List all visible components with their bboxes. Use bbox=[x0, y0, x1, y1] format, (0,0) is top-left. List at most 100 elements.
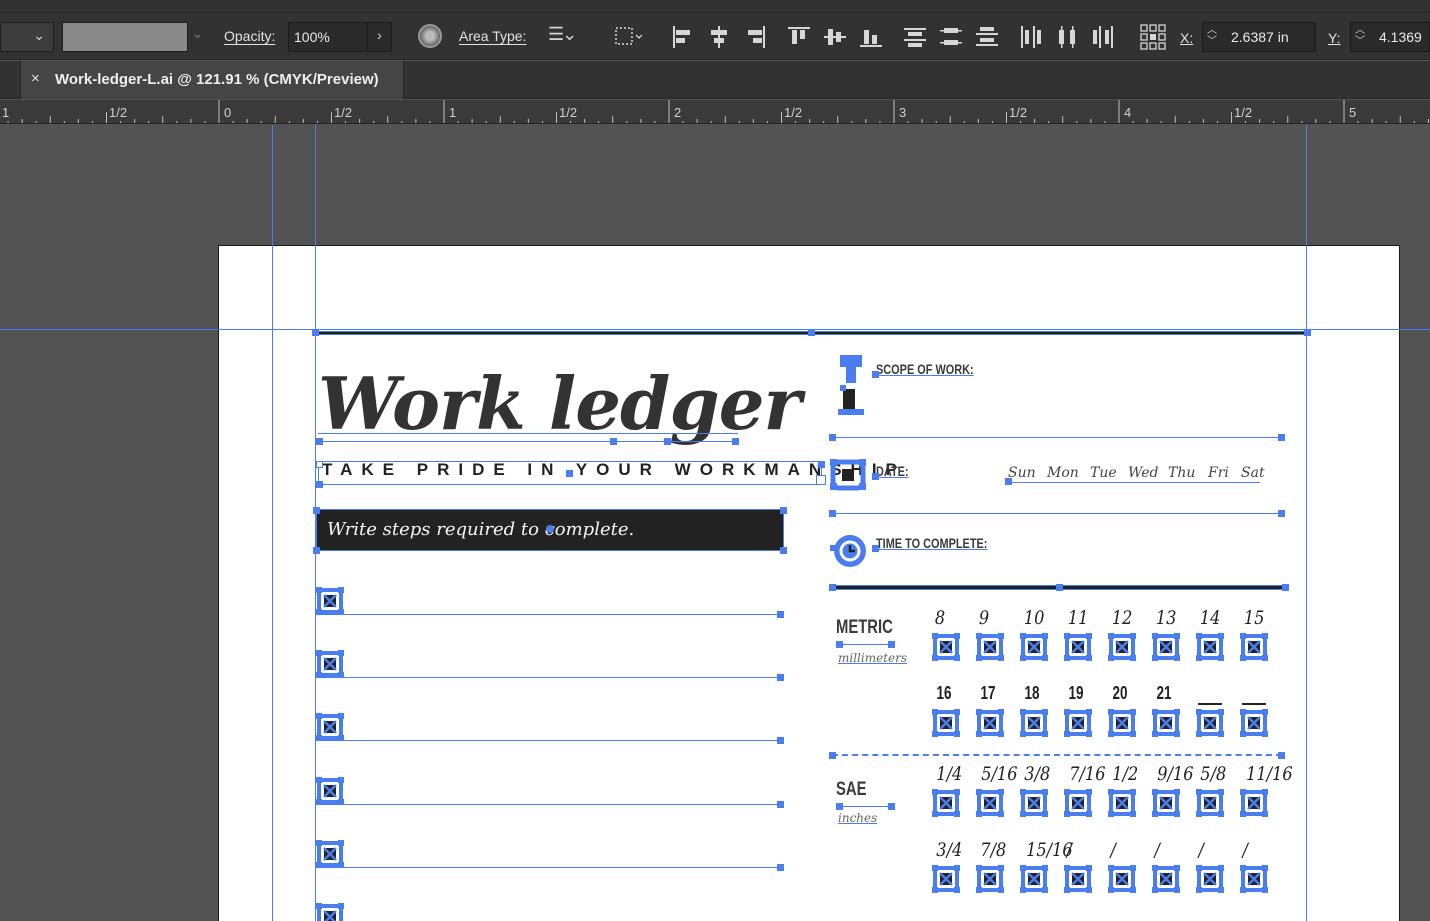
opacity-input[interactable]: 100% › bbox=[288, 22, 392, 52]
artboard[interactable] bbox=[218, 245, 1400, 921]
metric-unit[interactable]: millimeters bbox=[838, 651, 907, 665]
section-divider[interactable] bbox=[832, 754, 1282, 756]
selection-handle[interactable] bbox=[872, 473, 879, 480]
selection-handle[interactable] bbox=[1278, 434, 1285, 441]
align-to-selection-icon[interactable] bbox=[612, 22, 643, 52]
placed-image-placeholder-icon[interactable] bbox=[976, 633, 1004, 661]
placed-image-placeholder-icon[interactable] bbox=[1196, 633, 1224, 661]
day-label[interactable]: Sun bbox=[1008, 465, 1036, 481]
recolor-artwork-icon[interactable] bbox=[418, 24, 442, 48]
placed-image-placeholder-icon[interactable] bbox=[1064, 789, 1092, 817]
distribute-top-icon[interactable] bbox=[900, 22, 930, 52]
socket-size-label[interactable]: 9/16 bbox=[1157, 763, 1193, 785]
step-row-line[interactable] bbox=[318, 867, 780, 868]
socket-size-label[interactable]: 14 bbox=[1200, 607, 1221, 629]
placed-image-placeholder-icon[interactable] bbox=[1108, 865, 1136, 893]
document-tab[interactable]: × Work-ledger-L.ai @ 121.91 % (CMYK/Prev… bbox=[20, 61, 404, 99]
placed-image-placeholder-icon[interactable] bbox=[1020, 709, 1048, 737]
placed-image-placeholder-icon[interactable] bbox=[1020, 633, 1048, 661]
stroke-weight-select[interactable]: ⌄ bbox=[0, 22, 54, 52]
opacity-label[interactable]: Opacity: bbox=[224, 28, 275, 44]
placed-image-placeholder-icon[interactable] bbox=[1152, 633, 1180, 661]
socket-size-label[interactable]: / bbox=[1066, 839, 1071, 861]
selection-handle[interactable] bbox=[566, 470, 573, 477]
placed-image-placeholder-icon[interactable] bbox=[1064, 709, 1092, 737]
socket-size-label[interactable]: 19 bbox=[1069, 683, 1084, 704]
placed-image-placeholder-icon[interactable] bbox=[316, 840, 344, 868]
socket-size-label[interactable]: 3/4 bbox=[936, 839, 962, 861]
selection-handle[interactable] bbox=[316, 461, 323, 468]
selection-handle[interactable] bbox=[777, 737, 784, 744]
stepper-icon[interactable]: ︿ ﹀ bbox=[1207, 25, 1217, 47]
selection-handle[interactable] bbox=[888, 641, 895, 648]
chevron-right-icon[interactable]: › bbox=[367, 23, 391, 51]
text-overflow-port[interactable] bbox=[816, 475, 826, 485]
selection-handle[interactable] bbox=[777, 864, 784, 871]
selection-handle[interactable] bbox=[780, 547, 787, 554]
selection-handle[interactable] bbox=[872, 371, 879, 378]
distribute-right-icon[interactable] bbox=[1088, 22, 1118, 52]
socket-size-label[interactable]: 20 bbox=[1113, 683, 1128, 704]
close-icon[interactable]: × bbox=[31, 70, 40, 87]
selection-handle[interactable] bbox=[316, 438, 323, 445]
calendar-icon[interactable] bbox=[830, 457, 866, 491]
placed-image-placeholder-icon[interactable] bbox=[316, 777, 344, 805]
placed-image-placeholder-icon[interactable] bbox=[316, 713, 344, 741]
placed-image-placeholder-icon[interactable] bbox=[1108, 709, 1136, 737]
selection-handle[interactable] bbox=[872, 545, 879, 552]
distribute-left-icon[interactable] bbox=[1016, 22, 1046, 52]
chevron-down-icon[interactable]: ⌄ bbox=[192, 26, 203, 42]
day-label[interactable]: Tue bbox=[1090, 465, 1117, 481]
selection-handle[interactable] bbox=[1005, 478, 1012, 485]
socket-size-label[interactable]: 18 bbox=[1025, 683, 1040, 704]
placed-image-placeholder-icon[interactable] bbox=[1240, 709, 1268, 737]
align-right-icon[interactable] bbox=[740, 22, 770, 52]
text-align-icon[interactable]: ☰⌄ bbox=[548, 24, 577, 45]
placed-image-placeholder-icon[interactable] bbox=[1152, 865, 1180, 893]
socket-size-label[interactable]: 5/16 bbox=[981, 763, 1017, 785]
placed-image-placeholder-icon[interactable] bbox=[976, 865, 1004, 893]
selection-handle[interactable] bbox=[829, 434, 836, 441]
placed-image-placeholder-icon[interactable] bbox=[1196, 865, 1224, 893]
placed-image-placeholder-icon[interactable] bbox=[976, 709, 1004, 737]
selection-handle[interactable] bbox=[777, 611, 784, 618]
socket-size-label[interactable]: / bbox=[1154, 839, 1159, 861]
selection-handle[interactable] bbox=[664, 438, 671, 445]
selection-handle[interactable] bbox=[836, 641, 843, 648]
placed-image-placeholder-icon[interactable] bbox=[932, 709, 960, 737]
selection-handle[interactable] bbox=[1278, 752, 1285, 759]
selection-handle[interactable] bbox=[1282, 584, 1289, 591]
socket-size-label[interactable]: 11 bbox=[1068, 607, 1089, 629]
step-row-line[interactable] bbox=[318, 614, 780, 615]
placed-image-placeholder-icon[interactable] bbox=[932, 865, 960, 893]
socket-size-label[interactable]: 1/2 bbox=[1112, 763, 1138, 785]
socket-size-label[interactable]: 21 bbox=[1157, 683, 1172, 704]
x-coordinate-input[interactable]: ︿ ﹀ 2.6387 in bbox=[1202, 22, 1316, 52]
socket-size-label[interactable]: 12 bbox=[1112, 607, 1133, 629]
selection-handle[interactable] bbox=[732, 438, 739, 445]
placed-image-placeholder-icon[interactable] bbox=[932, 633, 960, 661]
placed-image-placeholder-icon[interactable] bbox=[316, 587, 344, 615]
selection-handle[interactable] bbox=[888, 803, 895, 810]
sae-label[interactable]: SAE bbox=[836, 779, 866, 801]
placed-image-placeholder-icon[interactable] bbox=[1020, 789, 1048, 817]
selection-handle[interactable] bbox=[312, 329, 319, 336]
placed-image-placeholder-icon[interactable] bbox=[1240, 633, 1268, 661]
align-bottom-icon[interactable] bbox=[856, 22, 886, 52]
date-label[interactable]: DATE: bbox=[876, 463, 909, 479]
y-coordinate-label[interactable]: Y: bbox=[1328, 30, 1340, 46]
vertical-guide[interactable] bbox=[272, 125, 273, 921]
socket-size-label[interactable]: / bbox=[1242, 839, 1247, 861]
placed-image-placeholder-icon[interactable] bbox=[1108, 789, 1136, 817]
selection-handle[interactable] bbox=[829, 510, 836, 517]
y-coordinate-input[interactable]: ︿ ﹀ 4.1369 bbox=[1350, 22, 1430, 52]
placed-image-placeholder-icon[interactable] bbox=[1196, 709, 1224, 737]
distribute-horizontal-center-icon[interactable] bbox=[1052, 22, 1082, 52]
socket-size-label[interactable]: 3/8 bbox=[1024, 763, 1050, 785]
selection-handle[interactable] bbox=[829, 752, 836, 759]
socket-size-label[interactable]: 15 bbox=[1244, 607, 1265, 629]
vertical-guide[interactable] bbox=[1306, 125, 1307, 921]
selection-handle[interactable] bbox=[836, 803, 843, 810]
scope-rule-line[interactable] bbox=[832, 437, 1282, 438]
selection-handle[interactable] bbox=[808, 329, 815, 336]
